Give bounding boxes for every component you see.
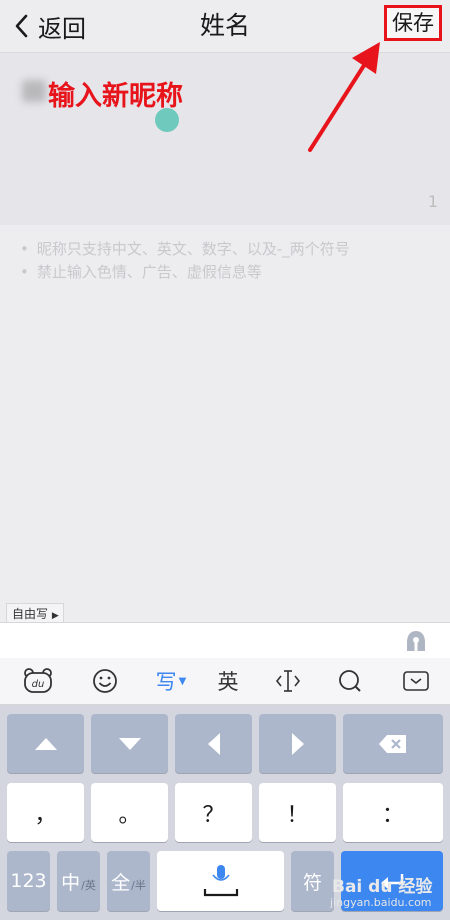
save-button[interactable]: 保存 <box>384 5 442 41</box>
triangle-right-icon <box>291 732 304 755</box>
half-sub-label: /半 <box>131 879 146 892</box>
freewrite-tab[interactable]: 自由写 ▶ <box>6 603 64 623</box>
hint-item: 禁止输入色情、广告、虚假信息等 <box>20 261 350 284</box>
arrow-left-key[interactable] <box>175 714 252 773</box>
watermark-url: jingyan.baidu.com <box>330 896 432 909</box>
backspace-icon <box>379 734 406 753</box>
exclamation-key[interactable]: ！ <box>259 783 336 842</box>
triangle-down-icon <box>118 737 141 750</box>
microphone-icon <box>203 865 238 897</box>
full-half-width-key[interactable]: 全/半 <box>107 851 150 911</box>
search-icon <box>339 670 361 692</box>
page-title: 姓名 <box>199 11 250 40</box>
arrow-up-key[interactable] <box>7 714 84 773</box>
candidate-bar <box>0 622 450 659</box>
freewrite-label: 自由写 <box>12 607 49 621</box>
text-cursor-icon <box>275 670 301 692</box>
symbols-key[interactable]: 符 <box>291 851 334 911</box>
emoji-button[interactable] <box>85 666 125 696</box>
space-voice-key[interactable] <box>157 851 284 911</box>
colon-key[interactable]: ： <box>343 783 443 842</box>
hint-item: 昵称只支持中文、英文、数字、以及-_两个符号 <box>20 238 350 261</box>
collapse-keyboard-icon <box>403 671 429 691</box>
backspace-key[interactable] <box>343 714 443 773</box>
annotation-arrow-icon <box>308 42 380 152</box>
hint-list: 昵称只支持中文、英文、数字、以及-_两个符号 禁止输入色情、广告、虚假信息等 <box>20 238 350 284</box>
du-bear-icon: du <box>24 668 52 693</box>
text-cursor-handle[interactable] <box>155 108 179 132</box>
comma-key[interactable]: ， <box>7 783 84 842</box>
handwrite-mode-button[interactable]: 写 ▼ <box>150 666 192 696</box>
zh-en-switch-key[interactable]: 中/英 <box>57 851 100 911</box>
arrow-down-key[interactable] <box>91 714 168 773</box>
question-key[interactable]: ？ <box>175 783 252 842</box>
period-key[interactable]: 。 <box>91 783 168 842</box>
full-label: 全 <box>111 871 131 894</box>
zh-label: 中 <box>61 871 81 894</box>
watermark-brand: Bai du 经验 <box>332 877 433 897</box>
du-logo-button[interactable]: du <box>18 666 58 696</box>
caret-down-icon: ▼ <box>178 675 187 687</box>
blurred-current-name <box>22 80 46 102</box>
annotation-text: 输入新昵称 <box>48 81 183 112</box>
keyboard-skin-icon[interactable] <box>404 629 428 653</box>
hide-keyboard-button[interactable] <box>396 666 436 696</box>
arrow-right-key[interactable] <box>259 714 336 773</box>
char-counter: 1 <box>427 192 438 211</box>
svg-text:du: du <box>32 679 45 690</box>
english-mode-button[interactable]: 英 <box>208 666 248 696</box>
keyboard-toolbar: du 写 ▼ 英 <box>0 658 450 705</box>
triangle-up-icon <box>34 737 57 750</box>
triangle-right-icon: ▶ <box>51 611 59 621</box>
smiley-icon <box>93 669 117 693</box>
cursor-move-button[interactable] <box>268 666 308 696</box>
en-sub-label: /英 <box>81 879 96 892</box>
search-button[interactable] <box>330 666 370 696</box>
triangle-left-icon <box>207 732 220 755</box>
handwrite-label: 写 <box>155 670 177 694</box>
numbers-key[interactable]: 123 <box>7 851 50 911</box>
